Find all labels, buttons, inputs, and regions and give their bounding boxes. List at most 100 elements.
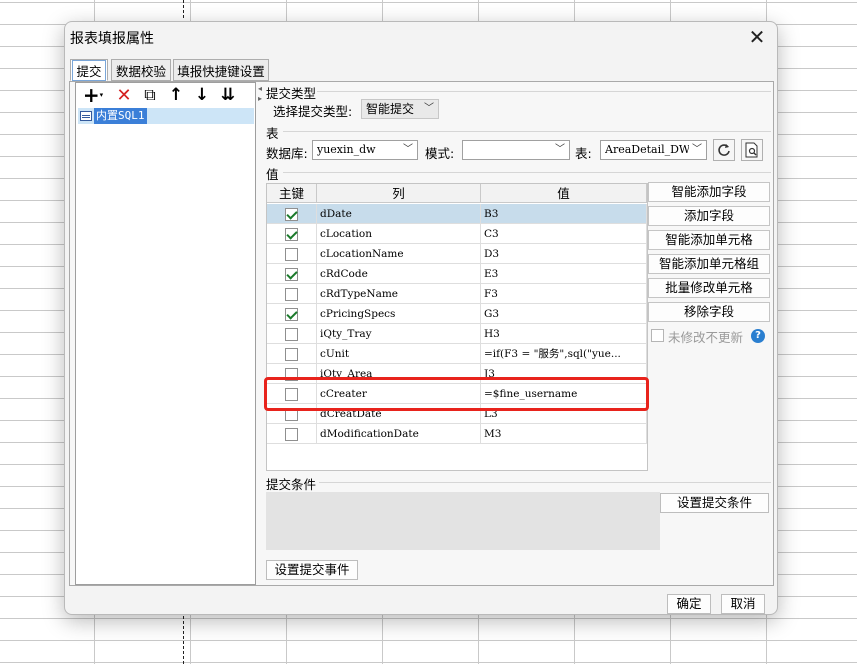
column-name-cell[interactable]: cLocation <box>317 224 481 244</box>
primary-key-cell <box>267 424 317 444</box>
primary-key-checkbox[interactable] <box>285 427 298 441</box>
no-update-unmodified-label: 未修改不更新 <box>668 330 744 345</box>
table-row[interactable]: cCreater =$fine_username <box>267 384 647 404</box>
add-field-button[interactable]: 添加字段 <box>648 206 770 226</box>
primary-key-checkbox[interactable] <box>285 407 298 421</box>
submit-type-select[interactable]: 智能提交 ﹀ <box>361 99 439 119</box>
table-row[interactable]: cLocationName D3 <box>267 244 647 264</box>
delete-icon[interactable]: ✕ <box>114 85 134 106</box>
sheet-page-break-bottom <box>183 616 184 664</box>
batch-modify-cell-button[interactable]: 批量修改单元格 <box>648 278 770 298</box>
database-table-icon <box>80 111 92 121</box>
smart-add-cell-button[interactable]: 智能添加单元格 <box>648 230 770 250</box>
value-cell[interactable]: M3 <box>481 424 647 444</box>
primary-key-checkbox[interactable] <box>285 367 298 381</box>
table-row[interactable]: cLocation C3 <box>267 224 647 244</box>
header-primary-key: 主键 <box>267 184 317 202</box>
submit-condition-display <box>266 492 660 550</box>
primary-key-checkbox[interactable] <box>285 267 298 281</box>
primary-key-checkbox[interactable] <box>285 327 298 341</box>
database-label: 数据库: <box>266 146 308 161</box>
expand-right-icon[interactable]: ▸ <box>258 94 262 103</box>
column-name-cell[interactable]: dModificationDate <box>317 424 481 444</box>
condition-section-label: 提交条件 <box>266 477 317 492</box>
tab-shortcut-settings[interactable]: 填报快捷键设置 <box>173 59 269 81</box>
primary-key-checkbox[interactable] <box>285 387 298 401</box>
column-name-cell[interactable]: dDate <box>317 204 481 224</box>
primary-key-cell <box>267 244 317 264</box>
column-name-cell[interactable]: iQty_Tray <box>317 324 481 344</box>
column-name-cell[interactable]: cCreater <box>317 384 481 404</box>
add-icon[interactable]: + ▾ <box>82 85 104 105</box>
smart-add-cell-group-button[interactable]: 智能添加单元格组 <box>648 254 770 274</box>
dialog-title: 报表填报属性 <box>70 31 154 47</box>
move-bottom-icon[interactable]: ⇊ <box>217 85 239 105</box>
ok-button[interactable]: 确定 <box>667 594 711 614</box>
column-name-cell[interactable]: cRdTypeName <box>317 284 481 304</box>
value-cell[interactable]: =if(F3 = "服务",sql("yue... <box>481 344 647 364</box>
column-name-cell[interactable]: cPricingSpecs <box>317 304 481 324</box>
chevron-down-icon: ﹀ <box>692 144 702 155</box>
table-row[interactable]: cUnit =if(F3 = "服务",sql("yue... <box>267 344 647 364</box>
primary-key-checkbox[interactable] <box>285 347 298 361</box>
table-row[interactable]: cRdTypeName F3 <box>267 284 647 304</box>
table-row[interactable]: iQty_Area J3 <box>267 364 647 384</box>
value-section-label: 值 <box>266 167 279 182</box>
cancel-button[interactable]: 取消 <box>721 594 765 614</box>
preview-table-button[interactable] <box>741 139 763 161</box>
smart-add-field-button[interactable]: 智能添加字段 <box>648 182 770 202</box>
set-submit-event-button[interactable]: 设置提交事件 <box>266 560 358 580</box>
primary-key-cell <box>267 224 317 244</box>
no-update-unmodified-checkbox[interactable] <box>651 329 664 342</box>
tab-submit[interactable]: 提交 <box>70 59 108 81</box>
column-name-cell[interactable]: dCreatDate <box>317 404 481 424</box>
value-cell[interactable]: C3 <box>481 224 647 244</box>
collapse-left-icon[interactable]: ◂ <box>258 84 262 93</box>
value-cell[interactable]: D3 <box>481 244 647 264</box>
column-name-cell[interactable]: cRdCode <box>317 264 481 284</box>
table-row[interactable]: cRdCode E3 <box>267 264 647 284</box>
mode-select[interactable]: ﹀ <box>462 140 570 160</box>
table-row[interactable]: cPricingSpecs G3 <box>267 304 647 324</box>
database-select[interactable]: yuexin_dw ﹀ <box>312 140 418 160</box>
value-cell[interactable]: E3 <box>481 264 647 284</box>
tab-data-validation[interactable]: 数据校验 <box>111 59 171 81</box>
table-preview-icon <box>745 142 758 158</box>
primary-key-checkbox[interactable] <box>285 287 298 301</box>
close-icon[interactable]: ✕ <box>745 25 769 49</box>
move-up-icon[interactable]: ↑ <box>166 85 186 105</box>
table-row[interactable]: dCreatDate L3 <box>267 404 647 424</box>
value-section-divider <box>283 172 771 173</box>
panel-splitter[interactable]: ◂ ▸ <box>258 84 264 584</box>
primary-key-cell <box>267 344 317 364</box>
column-name-cell[interactable]: cLocationName <box>317 244 481 264</box>
remove-field-button[interactable]: 移除字段 <box>648 302 770 322</box>
value-cell[interactable]: F3 <box>481 284 647 304</box>
help-icon[interactable]: ? <box>751 329 765 343</box>
copy-icon[interactable]: ⧉ <box>140 85 160 105</box>
refresh-button[interactable] <box>713 139 735 161</box>
tree-item-builtin-sql[interactable]: 内置SQL1 <box>78 108 254 124</box>
column-name-cell[interactable]: iQty_Area <box>317 364 481 384</box>
table-select[interactable]: AreaDetail_DW ﹀ <box>600 140 707 160</box>
primary-key-checkbox[interactable] <box>285 207 298 221</box>
set-submit-condition-button[interactable]: 设置提交条件 <box>660 493 769 513</box>
value-cell[interactable]: G3 <box>481 304 647 324</box>
value-cell[interactable]: J3 <box>481 364 647 384</box>
table-row[interactable]: dDate B3 <box>267 204 647 224</box>
primary-key-checkbox[interactable] <box>285 227 298 241</box>
table-row[interactable]: iQty_Tray H3 <box>267 324 647 344</box>
primary-key-checkbox[interactable] <box>285 247 298 261</box>
field-mapping-table: 主键 列 值 dDate B3 cLocation C3 cLocationName D3… <box>266 183 648 471</box>
condition-section-divider <box>319 482 771 483</box>
value-cell[interactable]: H3 <box>481 324 647 344</box>
table-row[interactable]: dModificationDate M3 <box>267 424 647 444</box>
value-cell[interactable]: =$fine_username <box>481 384 647 404</box>
move-down-icon[interactable]: ↓ <box>192 85 212 105</box>
value-cell[interactable]: B3 <box>481 204 647 224</box>
primary-key-checkbox[interactable] <box>285 307 298 321</box>
table-label: 表: <box>575 146 592 161</box>
column-name-cell[interactable]: cUnit <box>317 344 481 364</box>
refresh-icon <box>718 144 730 156</box>
value-cell[interactable]: L3 <box>481 404 647 424</box>
